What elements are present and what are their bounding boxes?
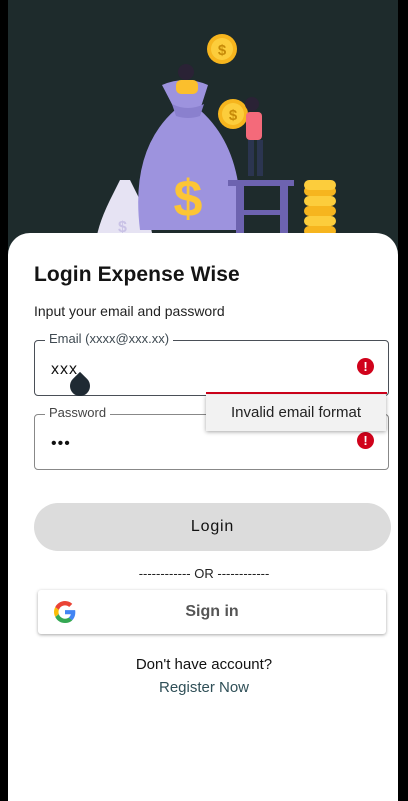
or-divider: ------------ OR ------------ [138, 566, 270, 581]
page-title: Login Expense Wise [34, 263, 240, 286]
email-field-label: Email (xxxx@xxx.xx) [45, 331, 174, 346]
login-button[interactable]: Login [34, 503, 391, 551]
screen-edge-right [398, 0, 408, 801]
password-field-value[interactable]: ••• [51, 435, 71, 453]
svg-text:$: $ [218, 42, 227, 59]
page-subtitle: Input your email and password [34, 303, 225, 319]
google-sign-in-label: Sign in [185, 603, 239, 620]
money-bag-illustration: $ $ $ $ [95, 34, 336, 260]
screen-edge-left [0, 0, 8, 801]
error-underline [206, 392, 387, 394]
error-tooltip: Invalid email format [206, 395, 386, 431]
svg-text:$: $ [174, 170, 203, 228]
register-link[interactable]: Register Now [0, 679, 408, 696]
password-field-label: Password [45, 405, 111, 420]
login-screen: $ $ $ $ Login Expense Wise Input your em… [0, 0, 408, 801]
alert-circle-icon: ! [357, 358, 374, 375]
svg-text:$: $ [229, 107, 238, 124]
alert-circle-icon: ! [357, 432, 374, 449]
hero-illustration: $ $ $ $ [0, 0, 408, 260]
google-sign-in-button[interactable]: Sign in [38, 590, 386, 634]
no-account-text: Don't have account? [135, 656, 273, 673]
